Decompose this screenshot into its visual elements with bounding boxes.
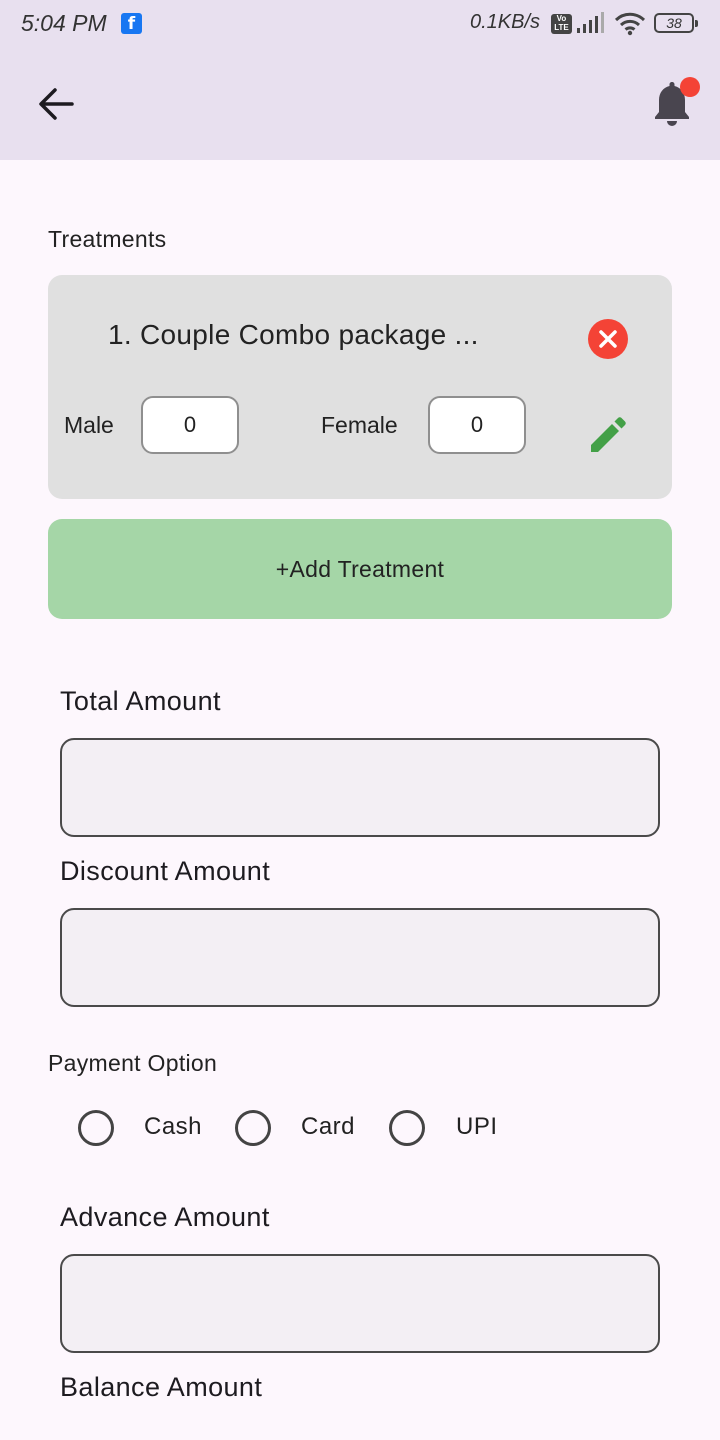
radio-cash-label[interactable]: Cash xyxy=(144,1113,202,1141)
app-bar xyxy=(0,48,720,160)
volte-bottom-label: LTE xyxy=(554,23,569,32)
notifications-button[interactable] xyxy=(644,74,700,134)
treatment-name: 1. Couple Combo package ... xyxy=(108,319,479,350)
add-treatment-button[interactable]: +Add Treatment xyxy=(48,519,672,619)
battery-icon: 38 xyxy=(654,13,698,33)
back-button[interactable] xyxy=(28,76,84,132)
signal-icon xyxy=(577,12,604,33)
total-amount-label: Total Amount xyxy=(60,686,221,716)
status-time: 5:04 PM xyxy=(21,10,107,36)
radio-card-label[interactable]: Card xyxy=(301,1113,355,1141)
total-amount-input[interactable] xyxy=(60,738,660,837)
radio-upi-label[interactable]: UPI xyxy=(456,1113,498,1141)
network-speed: 0.1KB/s xyxy=(470,11,541,33)
status-bar: 5:04 PM f 0.1KB/s Vo LTE 38 xyxy=(0,0,720,48)
pencil-icon xyxy=(591,417,626,452)
radio-cash[interactable] xyxy=(78,1110,114,1146)
treatments-label: Treatments xyxy=(48,226,167,252)
arrow-left-icon xyxy=(39,88,74,120)
payment-option-label: Payment Option xyxy=(48,1050,218,1076)
male-count-field[interactable]: 0 xyxy=(141,396,239,454)
volte-icon: Vo LTE xyxy=(551,14,572,34)
radio-card[interactable] xyxy=(235,1110,271,1146)
discount-amount-label: Discount Amount xyxy=(60,856,271,886)
balance-amount-label: Balance Amount xyxy=(60,1372,263,1402)
close-icon xyxy=(599,330,617,348)
remove-treatment-button[interactable] xyxy=(588,319,628,359)
female-label: Female xyxy=(321,412,398,438)
edit-treatment-button[interactable] xyxy=(586,413,630,457)
female-count-field[interactable]: 0 xyxy=(428,396,526,454)
facebook-icon: f xyxy=(121,13,142,34)
volte-top-label: Vo xyxy=(556,14,567,23)
notification-dot xyxy=(680,77,700,97)
advance-amount-input[interactable] xyxy=(60,1254,660,1353)
treatment-card: 1. Couple Combo package ... Male 0 Femal… xyxy=(48,275,672,499)
advance-amount-label: Advance Amount xyxy=(60,1202,270,1232)
radio-upi[interactable] xyxy=(389,1110,425,1146)
wifi-icon xyxy=(614,12,646,36)
male-label: Male xyxy=(64,412,114,438)
discount-amount-input[interactable] xyxy=(60,908,660,1007)
